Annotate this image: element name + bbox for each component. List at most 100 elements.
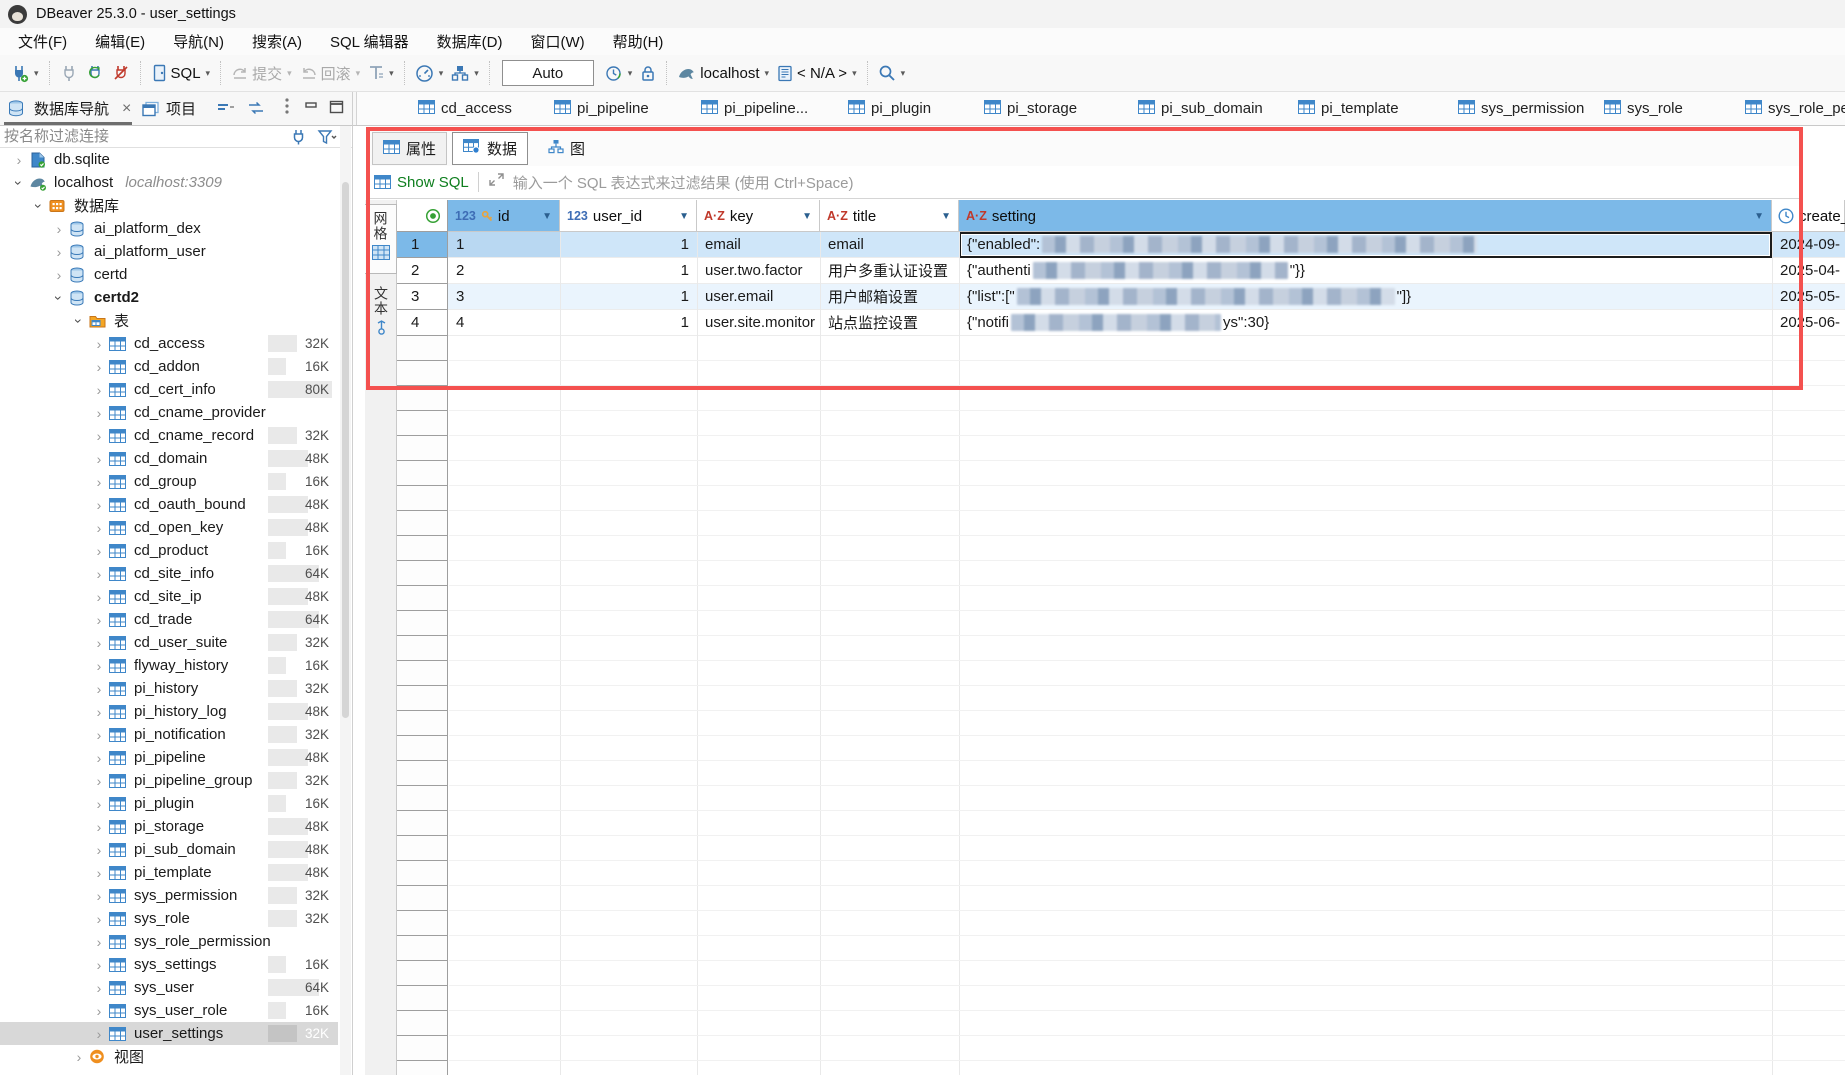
row-number-1[interactable]: 1 bbox=[397, 232, 448, 258]
cell-row1-setting[interactable]: {"enabled": bbox=[959, 232, 1772, 258]
tree-item-pi-pipeline[interactable]: ›pi_pipeline48K bbox=[0, 746, 338, 769]
chevron-collapsed-icon[interactable]: › bbox=[52, 221, 66, 237]
tree-item-pi-history[interactable]: ›pi_history32K bbox=[0, 677, 338, 700]
commit-mode-box[interactable]: Auto bbox=[502, 60, 594, 86]
row-number-3[interactable]: 3 bbox=[397, 284, 448, 310]
cell-row2-user_id[interactable]: 1 bbox=[560, 258, 697, 284]
editor-tab-sys-permission[interactable]: sys_permission bbox=[1458, 92, 1584, 125]
column-header-setting[interactable]: A·Zsetting▼ bbox=[959, 200, 1772, 232]
cell-row1-id[interactable]: 1 bbox=[448, 232, 560, 258]
tree-item-cd-site-ip[interactable]: ›cd_site_ip48K bbox=[0, 585, 338, 608]
chevron-collapsed-icon[interactable]: › bbox=[92, 980, 106, 996]
tree-item-cd-cert-info[interactable]: ›cd_cert_info80K bbox=[0, 378, 338, 401]
editor-tab-pi-pipeline[interactable]: pi_pipeline... bbox=[701, 92, 808, 125]
tree-item-cd-open-key[interactable]: ›cd_open_key48K bbox=[0, 516, 338, 539]
chevron-collapsed-icon[interactable]: › bbox=[92, 658, 106, 674]
tree-item-pi-storage[interactable]: ›pi_storage48K bbox=[0, 815, 338, 838]
column-header-create_ti[interactable]: create_ti bbox=[1772, 200, 1845, 232]
auto-refresh-button[interactable]: ▾ bbox=[600, 61, 637, 86]
tab-projects[interactable]: 项目 bbox=[142, 92, 196, 125]
view-menu-icon[interactable] bbox=[283, 97, 291, 122]
collapse-all-icon[interactable] bbox=[216, 99, 235, 122]
chevron-collapsed-icon[interactable]: › bbox=[92, 704, 106, 720]
column-header-user_id[interactable]: 123user_id▼ bbox=[560, 200, 697, 232]
cell-row2-setting[interactable]: {"authenti"}} bbox=[959, 258, 1772, 284]
reconnect-button[interactable] bbox=[82, 61, 108, 85]
tree-item-ai-platform-dex[interactable]: ›ai_platform_dex bbox=[0, 217, 338, 240]
tree-item-cd-oauth-bound[interactable]: ›cd_oauth_bound48K bbox=[0, 493, 338, 516]
tree-item-cd-cname-provider[interactable]: ›cd_cname_provider bbox=[0, 401, 338, 424]
menu-database[interactable]: 数据库(D) bbox=[423, 31, 517, 52]
tree-item-cd-access[interactable]: ›cd_access32K bbox=[0, 332, 338, 355]
column-header-id[interactable]: 123id▼ bbox=[448, 200, 560, 232]
tree-item-tables[interactable]: ›表 bbox=[0, 309, 338, 332]
close-icon[interactable]: × bbox=[122, 100, 131, 118]
chevron-collapsed-icon[interactable]: › bbox=[92, 497, 106, 513]
chevron-expanded-icon[interactable]: › bbox=[11, 176, 27, 190]
chevron-collapsed-icon[interactable]: › bbox=[92, 520, 106, 536]
editor-tab-sys-role-per[interactable]: sys_role_per... bbox=[1745, 92, 1845, 125]
cell-row2-id[interactable]: 2 bbox=[448, 258, 560, 284]
chevron-collapsed-icon[interactable]: › bbox=[92, 934, 106, 950]
menu-sql-editor[interactable]: SQL 编辑器 bbox=[316, 31, 423, 52]
tree-item-db-sqlite[interactable]: ›db.sqlite bbox=[0, 148, 338, 171]
tree-item-sys-role[interactable]: ›sys_role32K bbox=[0, 907, 338, 930]
cell-row3-title[interactable]: 用户邮箱设置 bbox=[820, 284, 959, 310]
tree-item-flyway-history[interactable]: ›flyway_history16K bbox=[0, 654, 338, 677]
sidebar-scrollbar-thumb[interactable] bbox=[342, 182, 349, 718]
chevron-collapsed-icon[interactable]: › bbox=[92, 911, 106, 927]
chevron-collapsed-icon[interactable]: › bbox=[92, 336, 106, 352]
chevron-collapsed-icon[interactable]: › bbox=[92, 405, 106, 421]
tree-item-user-settings[interactable]: ›user_settings32K bbox=[0, 1022, 338, 1045]
tree-item-cd-addon[interactable]: ›cd_addon16K bbox=[0, 355, 338, 378]
column-filter-arrow-icon[interactable]: ▼ bbox=[802, 211, 812, 222]
chevron-collapsed-icon[interactable]: › bbox=[92, 957, 106, 973]
tree-item-certd2[interactable]: ›certd2 bbox=[0, 286, 338, 309]
chevron-collapsed-icon[interactable]: › bbox=[92, 727, 106, 743]
chevron-collapsed-icon[interactable]: › bbox=[52, 267, 66, 283]
menu-navigate[interactable]: 导航(N) bbox=[159, 31, 238, 52]
presentation-tab-grid[interactable]: 网格 bbox=[365, 204, 397, 274]
tree-item-pi-notification[interactable]: ›pi_notification32K bbox=[0, 723, 338, 746]
chevron-collapsed-icon[interactable]: › bbox=[92, 1003, 106, 1019]
chevron-collapsed-icon[interactable]: › bbox=[92, 382, 106, 398]
chevron-collapsed-icon[interactable]: › bbox=[72, 1072, 86, 1075]
tree-item-sys-role-permission[interactable]: ›sys_role_permission bbox=[0, 930, 338, 953]
menu-search[interactable]: 搜索(A) bbox=[238, 31, 316, 52]
tree-item-pi-pipeline-group[interactable]: ›pi_pipeline_group32K bbox=[0, 769, 338, 792]
cell-row1-create_ti[interactable]: 2024-09- bbox=[1772, 232, 1845, 258]
tree-item-sys-user-role[interactable]: ›sys_user_role16K bbox=[0, 999, 338, 1022]
chevron-collapsed-icon[interactable]: › bbox=[92, 635, 106, 651]
tree-item-pi-plugin[interactable]: ›pi_plugin16K bbox=[0, 792, 338, 815]
cell-row4-user_id[interactable]: 1 bbox=[560, 310, 697, 336]
lock-button[interactable] bbox=[636, 61, 660, 85]
column-filter-arrow-icon[interactable]: ▼ bbox=[1754, 211, 1764, 222]
cell-row1-key[interactable]: email bbox=[697, 232, 820, 258]
panel-divider[interactable] bbox=[352, 92, 353, 1075]
cell-row1-title[interactable]: email bbox=[820, 232, 959, 258]
chevron-collapsed-icon[interactable]: › bbox=[92, 451, 106, 467]
database-selector[interactable]: < N/A > ▾ bbox=[773, 62, 861, 85]
cell-row3-setting[interactable]: {"list":[""]} bbox=[959, 284, 1772, 310]
tab-database-navigator[interactable]: 数据库导航 × bbox=[8, 92, 131, 125]
cell-row2-key[interactable]: user.two.factor bbox=[697, 258, 820, 284]
chevron-collapsed-icon[interactable]: › bbox=[52, 244, 66, 260]
cell-row4-create_ti[interactable]: 2025-06- bbox=[1772, 310, 1845, 336]
chevron-collapsed-icon[interactable]: › bbox=[92, 750, 106, 766]
chevron-expanded-icon[interactable]: › bbox=[71, 314, 87, 328]
performance-button[interactable]: ▾ bbox=[411, 61, 448, 86]
tree-item-ai-platform-user[interactable]: ›ai_platform_user bbox=[0, 240, 338, 263]
connection-selector[interactable]: localhost ▾ bbox=[673, 62, 773, 85]
sql-editor-button[interactable]: SQL ▾ bbox=[147, 61, 215, 85]
minimize-icon[interactable] bbox=[303, 99, 321, 120]
column-filter-arrow-icon[interactable]: ▼ bbox=[679, 211, 689, 222]
row-number-4[interactable]: 4 bbox=[397, 310, 448, 336]
network-settings-button[interactable]: ▾ bbox=[447, 61, 483, 85]
column-header-key[interactable]: A·Zkey▼ bbox=[697, 200, 820, 232]
chevron-collapsed-icon[interactable]: › bbox=[92, 566, 106, 582]
disconnect-button[interactable] bbox=[108, 61, 134, 85]
menu-help[interactable]: 帮助(H) bbox=[599, 31, 678, 52]
chevron-expanded-icon[interactable]: › bbox=[51, 291, 67, 305]
transaction-log-button[interactable]: ▾ bbox=[364, 61, 398, 85]
filter-expression-placeholder[interactable]: 输入一个 SQL 表达式来过滤结果 (使用 Ctrl+Space) bbox=[513, 172, 854, 193]
